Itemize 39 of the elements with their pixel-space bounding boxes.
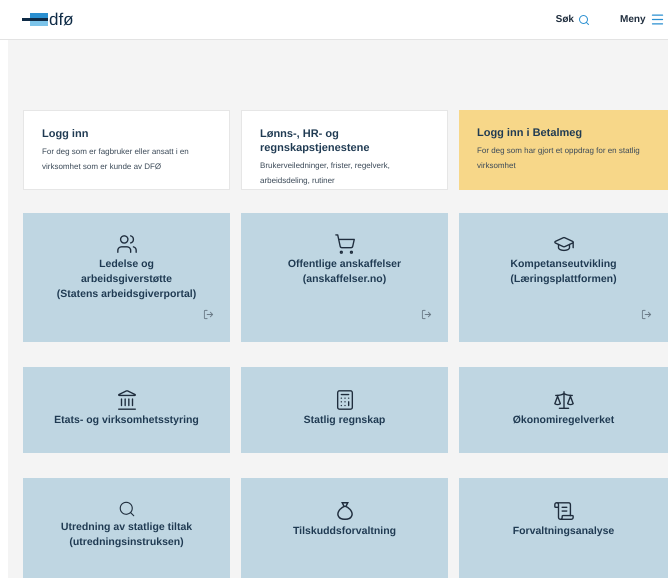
service-tile[interactable]: Statlig regnskap xyxy=(241,367,448,453)
tile-title: Forvaltningsanalyse xyxy=(512,524,614,539)
link-card[interactable]: Logg inn For deg som er fagbruker eller ansatt i en virksomhet som er kunde av DFØ xyxy=(23,110,230,190)
link-card[interactable]: Logg inn i Betalmeg For deg som har gjort et oppdrag for en statlig virksomhet xyxy=(459,110,668,190)
service-tile[interactable]: Offentlige anskaffelser (anskaffelser.no) xyxy=(241,213,448,342)
menu-icon xyxy=(650,12,665,27)
card-description: Brukerveiledninger, frister, regelverk, arbeidsdeling, rutiner xyxy=(260,160,391,187)
tile-title: Statlig regnskap xyxy=(304,413,386,428)
tile-title: Ledelse og arbeidsgiverstøtte (Statens arbeidsgiverportal) xyxy=(56,257,196,302)
service-tile[interactable]: Tilskuddsforvaltning xyxy=(241,478,448,578)
service-tile[interactable]: Ledelse og arbeidsgiverstøtte (Statens arbeidsgiverportal) xyxy=(23,213,230,342)
document-icon xyxy=(552,500,574,522)
building-icon xyxy=(116,389,138,411)
tile-title: Økonomiregelverket xyxy=(512,413,614,428)
link-card[interactable]: Lønns-, HR- og regnskapstjenestene Brukerveiledninger, frister, regelverk, arbeidsdeling, rutiner xyxy=(241,110,448,190)
scale-icon xyxy=(552,389,574,411)
cart-icon xyxy=(334,233,356,255)
logo-icon xyxy=(22,12,48,26)
logo-text[interactable]: dfø xyxy=(49,11,74,28)
card-description: For deg som har gjort et oppdrag for en statlig virksomhet xyxy=(477,145,641,172)
menu-button[interactable]: Meny xyxy=(620,12,668,27)
card-description: For deg som er fagbruker eller ansatt i en virksomhet som er kunde av DFØ xyxy=(42,146,190,173)
tile-title: Utredning av statlige tiltak (utredningsinstruksen) xyxy=(60,520,192,550)
tile-title: Kompetanseutvikling (Læringsplattformen) xyxy=(510,257,617,287)
search-icon xyxy=(118,500,136,518)
search-icon xyxy=(578,14,590,26)
service-tile[interactable]: Forvaltningsanalyse xyxy=(459,478,668,578)
people-icon xyxy=(116,233,138,255)
service-tile[interactable]: Økonomiregelverket xyxy=(459,367,668,453)
service-tile[interactable]: Etats- og virksomhetsstyring xyxy=(23,367,230,453)
service-tile[interactable]: Utredning av statlige tiltak (utredningsinstruksen) xyxy=(23,478,230,578)
card-title: Logg inn i Betalmeg xyxy=(477,126,584,140)
tile-title: Offentlige anskaffelser (anskaffelser.no) xyxy=(288,257,402,287)
service-tile[interactable]: Kompetanseutvikling (Læringsplattformen) xyxy=(459,213,668,342)
search-button[interactable]: Søk xyxy=(556,12,590,27)
card-title: Lønns-, HR- og regnskapstjenestene xyxy=(260,127,370,155)
card-title: Logg inn xyxy=(42,127,90,141)
tile-title: Tilskuddsforvaltning xyxy=(292,524,396,539)
tile-title: Etats- og virksomhetsstyring xyxy=(54,413,199,428)
